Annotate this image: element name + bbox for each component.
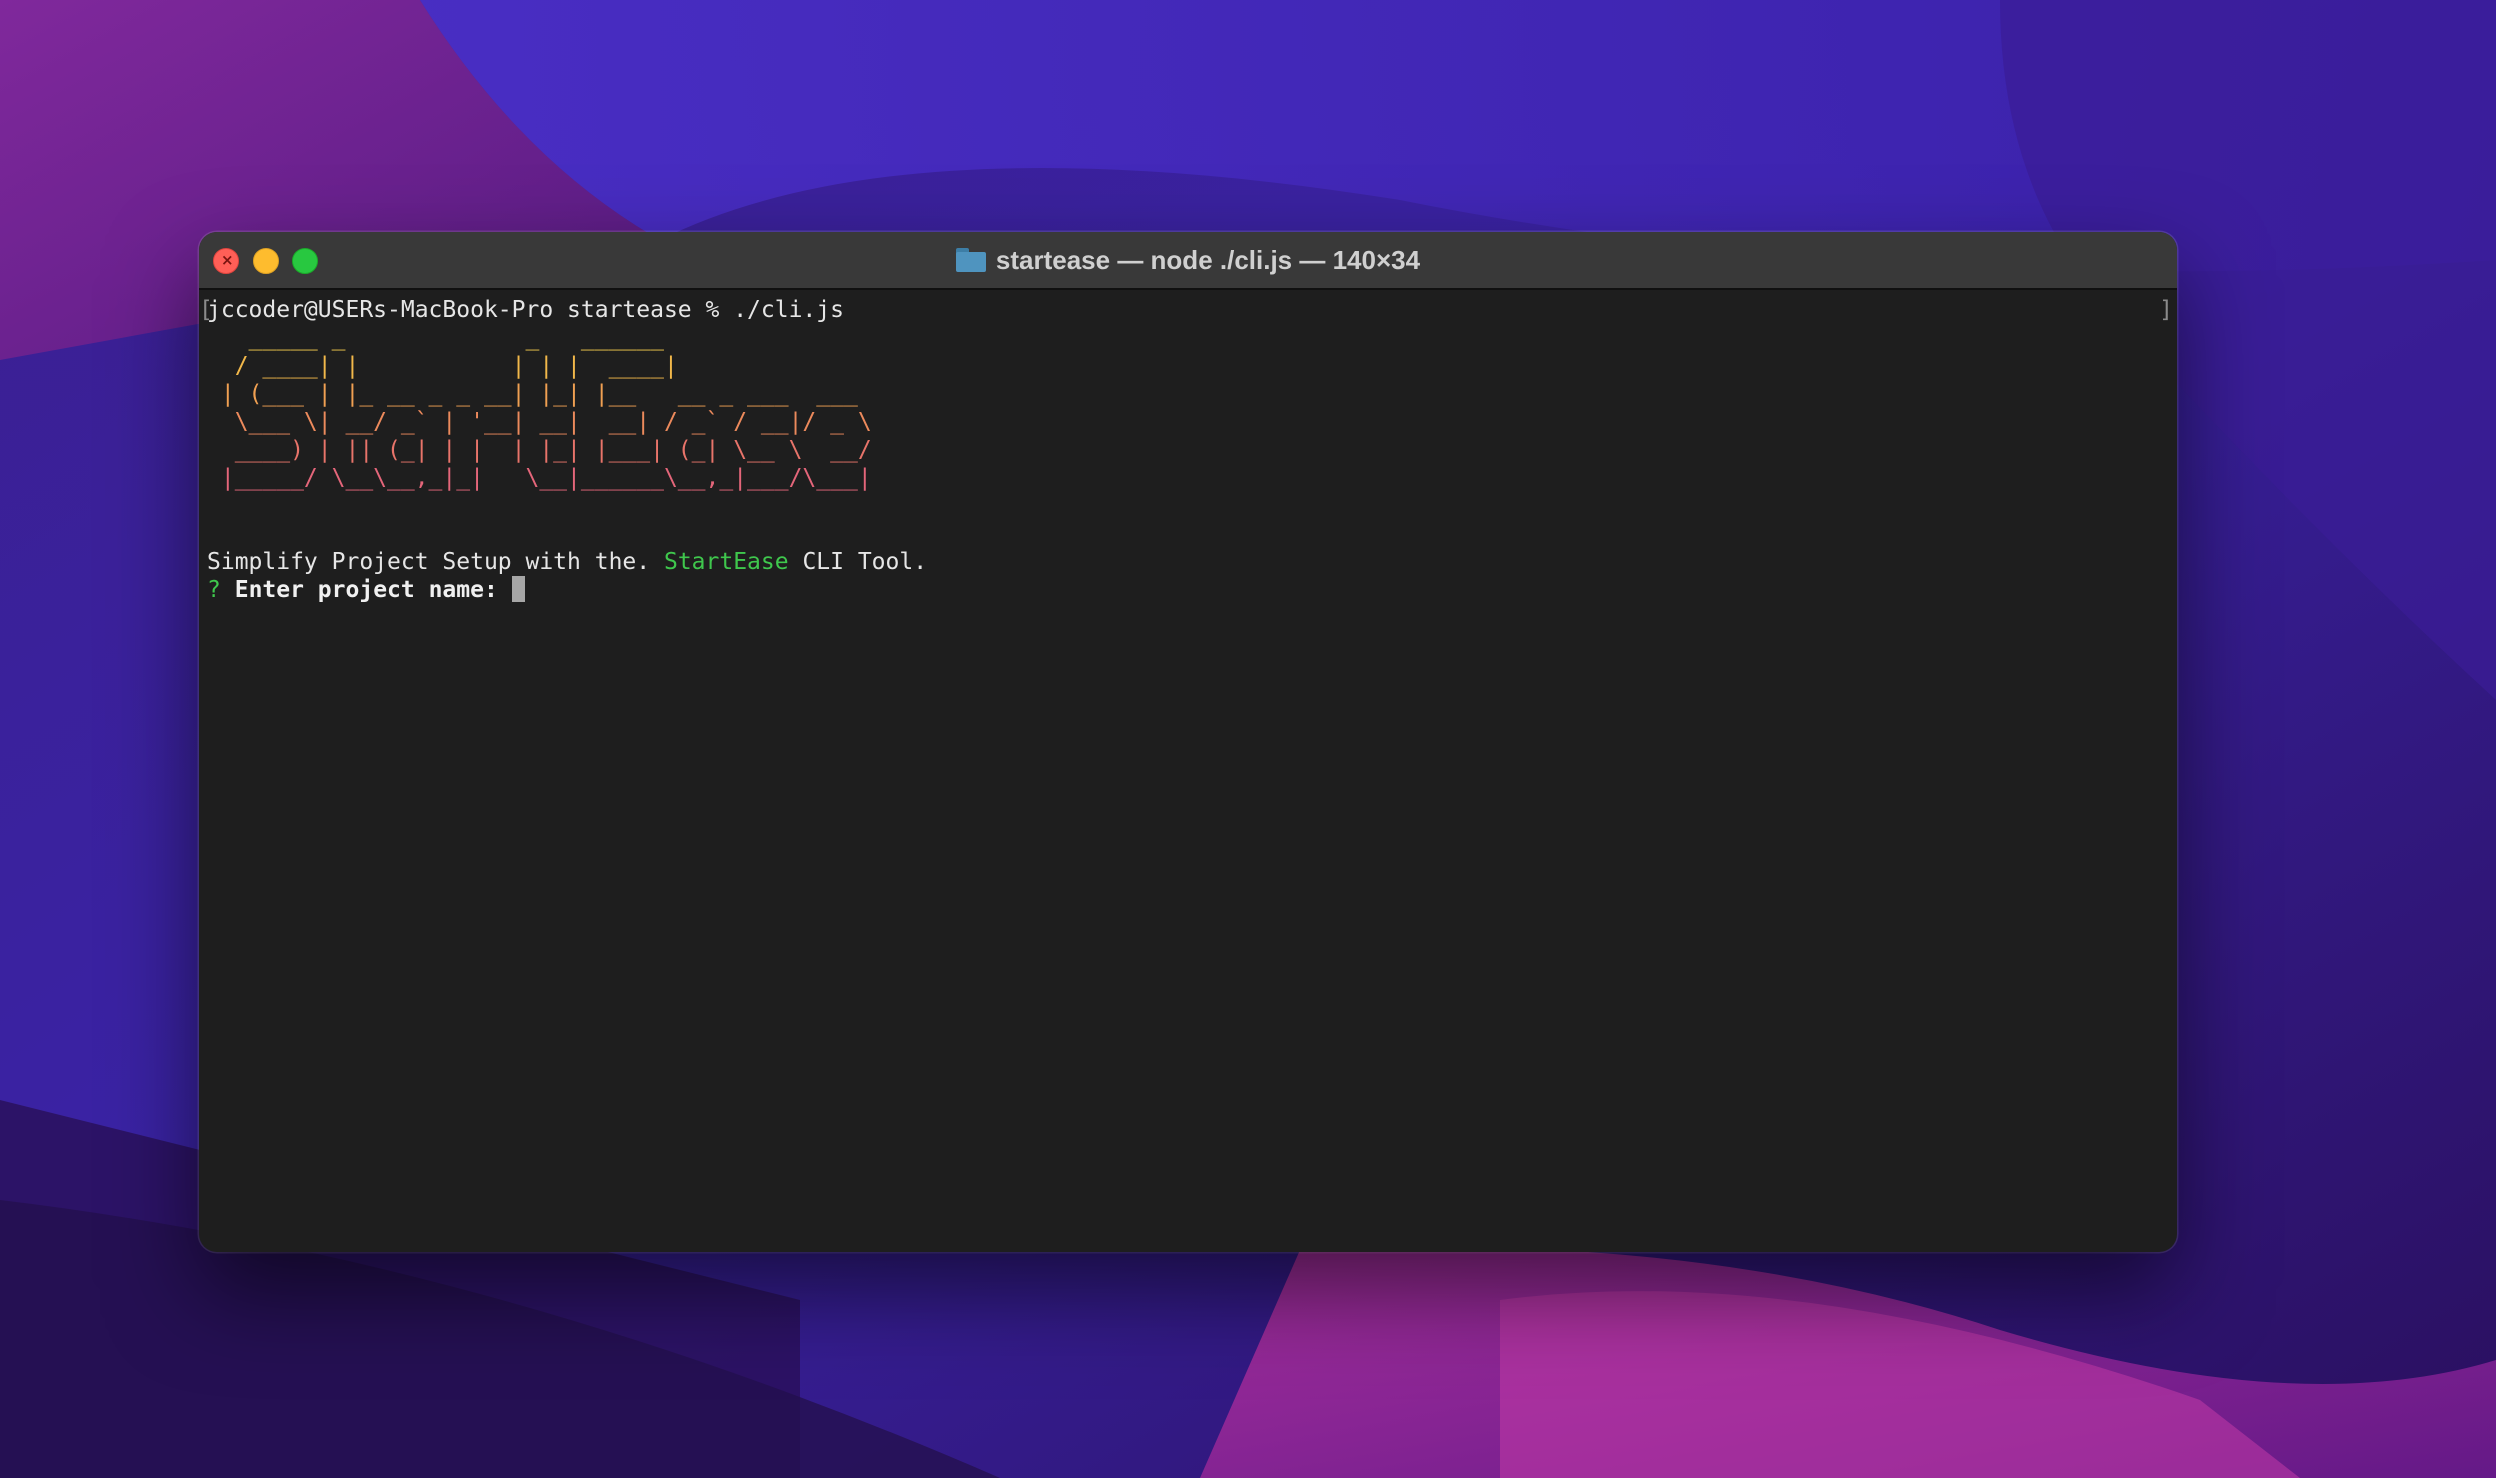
mark-bracket-left: [ <box>199 297 213 323</box>
tagline-text: Simplify Project Setup with the. <box>207 549 664 575</box>
window-titlebar[interactable]: × startease — node ./cli.js — 140×34 <box>199 232 2177 290</box>
banner-line: / ____| | | | | ____| <box>207 353 678 379</box>
tagline-text-end: CLI Tool. <box>788 549 928 575</box>
banner-line: ____) | || (_| | | | |_| |___| (_| \__ \… <box>207 437 872 463</box>
window-title: startease — node ./cli.js — 140×34 <box>199 232 2177 288</box>
banner-line: |_____/ \__\__,_|_| \__|______\__,_|___/… <box>207 465 872 491</box>
banner-line: \___ \| __/ _` | '__| __| __| / _` / __|… <box>207 409 872 435</box>
shell-prompt-line: jccoder@USERs-MacBook-Pro startease % ./… <box>207 297 844 323</box>
window-title-text: startease — node ./cli.js — 140×34 <box>995 244 1421 275</box>
project-name-prompt[interactable]: ? Enter project name: <box>199 576 2177 604</box>
banner-line: _____ _ _ ______ <box>207 325 664 351</box>
mark-bracket-right: ] <box>2159 297 2173 323</box>
folder-icon <box>955 248 986 272</box>
tagline-highlight: StartEase <box>663 549 789 575</box>
banner-line: | (___ | |_ __ _ _ __| |_| |__ __ _ ___ … <box>207 381 858 407</box>
ascii-banner: _____ _ _ ______ / ____| | | | | ____| |… <box>199 324 2177 492</box>
terminal-window: × startease — node ./cli.js — 140×34 [ ]… <box>199 232 2177 1252</box>
terminal-content[interactable]: [ ] jccoder@USERs-MacBook-Pro startease … <box>199 290 2177 604</box>
tagline: Simplify Project Setup with the. StartEa… <box>199 548 2177 576</box>
prompt-question: Enter project name: <box>234 577 498 603</box>
question-mark: ? <box>207 577 221 603</box>
text-cursor <box>511 576 525 602</box>
